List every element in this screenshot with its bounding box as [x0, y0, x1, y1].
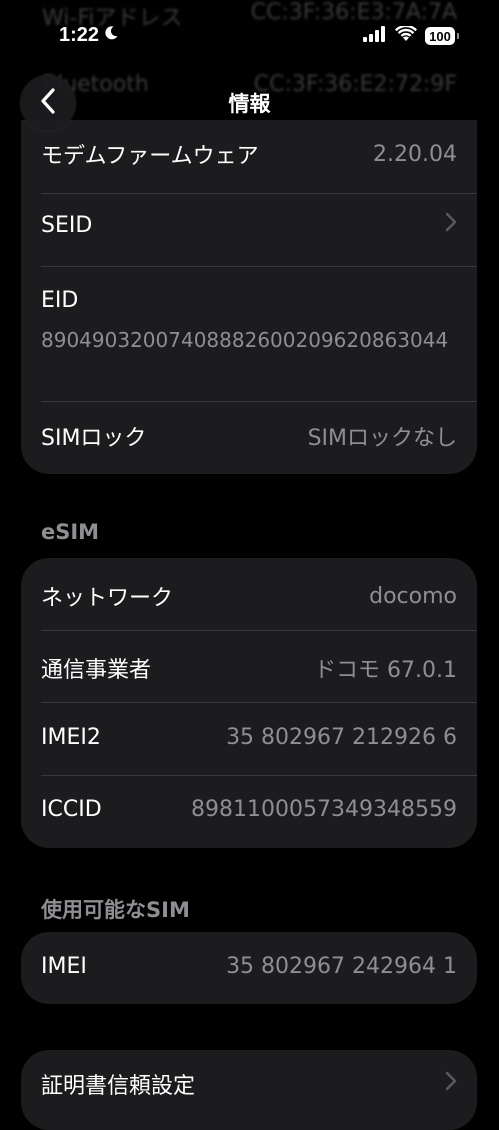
imei-label: IMEI [41, 954, 87, 979]
battery-icon: 100 [425, 27, 459, 45]
network-value: docomo [369, 583, 457, 609]
certificate-trust-label: 証明書信頼設定 [41, 1074, 196, 1099]
divider [41, 630, 477, 631]
device-info-card: モデムファームウェア 2.20.04 SEID EID 890490320074… [21, 120, 477, 474]
status-time-group: 1:22 [59, 24, 119, 47]
chevron-right-icon [445, 1071, 457, 1097]
sim-lock-label: SIMロック [41, 426, 147, 451]
status-bar: 1:22 100 [0, 0, 499, 68]
sim-lock-row: SIMロック SIMロックなし [41, 420, 457, 452]
status-time: 1:22 [59, 24, 100, 46]
iccid-label: ICCID [41, 797, 102, 822]
iccid-row: ICCID 8981100057349348559 [41, 797, 457, 822]
imei2-row: IMEI2 35 802967 212926 6 [41, 725, 457, 750]
eid-label: EID [41, 288, 79, 313]
modem-firmware-value: 2.20.04 [373, 141, 457, 167]
certificate-trust-row[interactable]: 証明書信頼設定 [41, 1068, 457, 1100]
certificate-trust-card[interactable]: 証明書信頼設定 [21, 1050, 477, 1130]
chevron-right-icon [445, 212, 457, 238]
network-label: ネットワーク [41, 586, 174, 611]
modem-firmware-row: モデムファームウェア 2.20.04 [41, 138, 457, 170]
eid-value: 89049032007408882600209620863044 [41, 328, 449, 352]
moon-icon [103, 24, 119, 47]
esim-card: ネットワーク docomo 通信事業者 ドコモ 67.0.1 IMEI2 35 … [21, 558, 477, 848]
wifi-icon [395, 24, 417, 46]
carrier-label: 通信事業者 [41, 658, 152, 683]
cellular-signal-icon [363, 26, 387, 46]
divider [41, 193, 477, 194]
sim-lock-value: SIMロックなし [307, 426, 457, 451]
esim-section-header: eSIM [41, 520, 100, 544]
divider [41, 266, 477, 267]
divider [41, 702, 477, 703]
status-icons: 100 [363, 24, 459, 46]
seid-row[interactable]: SEID [41, 212, 457, 238]
carrier-row: 通信事業者 ドコモ 67.0.1 [41, 652, 457, 684]
imei2-label: IMEI2 [41, 725, 101, 750]
page-title: 情報 [228, 92, 271, 116]
available-sim-card: IMEI 35 802967 242964 1 [21, 932, 477, 1004]
imei2-value: 35 802967 212926 6 [226, 725, 457, 750]
divider [41, 775, 477, 776]
available-sim-section-header: 使用可能なSIM [41, 898, 190, 922]
modem-firmware-label: モデムファームウェア [41, 144, 259, 169]
seid-label: SEID [41, 212, 93, 238]
iccid-value: 8981100057349348559 [191, 797, 457, 822]
imei-value: 35 802967 242964 1 [226, 954, 457, 979]
carrier-value: ドコモ 67.0.1 [314, 658, 457, 683]
imei-row: IMEI 35 802967 242964 1 [41, 954, 457, 979]
network-row: ネットワーク docomo [41, 580, 457, 612]
divider [41, 401, 477, 402]
